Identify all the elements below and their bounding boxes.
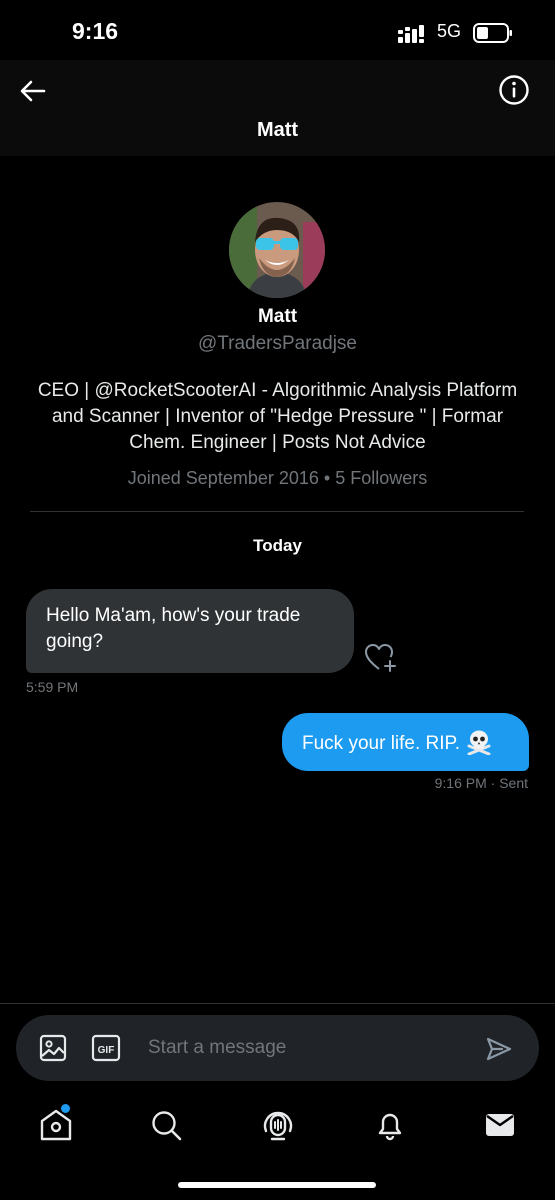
composer-divider: [0, 1003, 555, 1004]
profile-meta: Joined September 2016 • 5 Followers: [127, 468, 428, 488]
notifications-icon[interactable]: [370, 1105, 410, 1145]
incoming-message[interactable]: Hello Ma'am, how's your trade going?: [26, 589, 354, 673]
divider: [30, 511, 524, 512]
message-input[interactable]: [148, 1030, 468, 1066]
avatar[interactable]: [229, 202, 325, 298]
gif-label: GIF: [98, 1045, 115, 1056]
message-timestamp-sent: 9:16 PM · Sent: [434, 775, 528, 791]
outgoing-message[interactable]: Fuck your life. RIP.: [282, 713, 529, 771]
profile-bio: CEO | @RocketScooterAI - Algorithmic Ana…: [37, 380, 518, 453]
add-reaction-heart-icon[interactable]: [364, 643, 398, 673]
spaces-icon[interactable]: [258, 1105, 298, 1145]
skull-and-crossbones-icon: [467, 730, 491, 755]
gif-icon[interactable]: GIF: [91, 1034, 121, 1062]
profile-handle[interactable]: @TradersParadjse: [0, 333, 555, 355]
network-type: 5G: [437, 21, 462, 41]
send-icon[interactable]: [485, 1035, 513, 1063]
signal-icon: [398, 25, 424, 43]
header-title: Matt: [256, 119, 299, 141]
image-icon[interactable]: [38, 1033, 68, 1063]
messages-icon[interactable]: [480, 1105, 520, 1145]
profile-name: Matt: [257, 306, 298, 327]
info-icon[interactable]: [496, 72, 532, 108]
home-notification-dot: [61, 1104, 70, 1113]
home-indicator: [178, 1182, 376, 1188]
back-arrow-icon[interactable]: [16, 74, 50, 108]
home-icon[interactable]: [36, 1105, 76, 1145]
message-timestamp: 5:59 PM: [26, 679, 79, 695]
battery-icon: [473, 23, 512, 43]
outgoing-message-text: Fuck your life. RIP.: [302, 733, 461, 754]
status-time: 9:16: [72, 18, 119, 44]
search-icon[interactable]: [146, 1105, 186, 1145]
date-separator: Today: [253, 536, 302, 555]
